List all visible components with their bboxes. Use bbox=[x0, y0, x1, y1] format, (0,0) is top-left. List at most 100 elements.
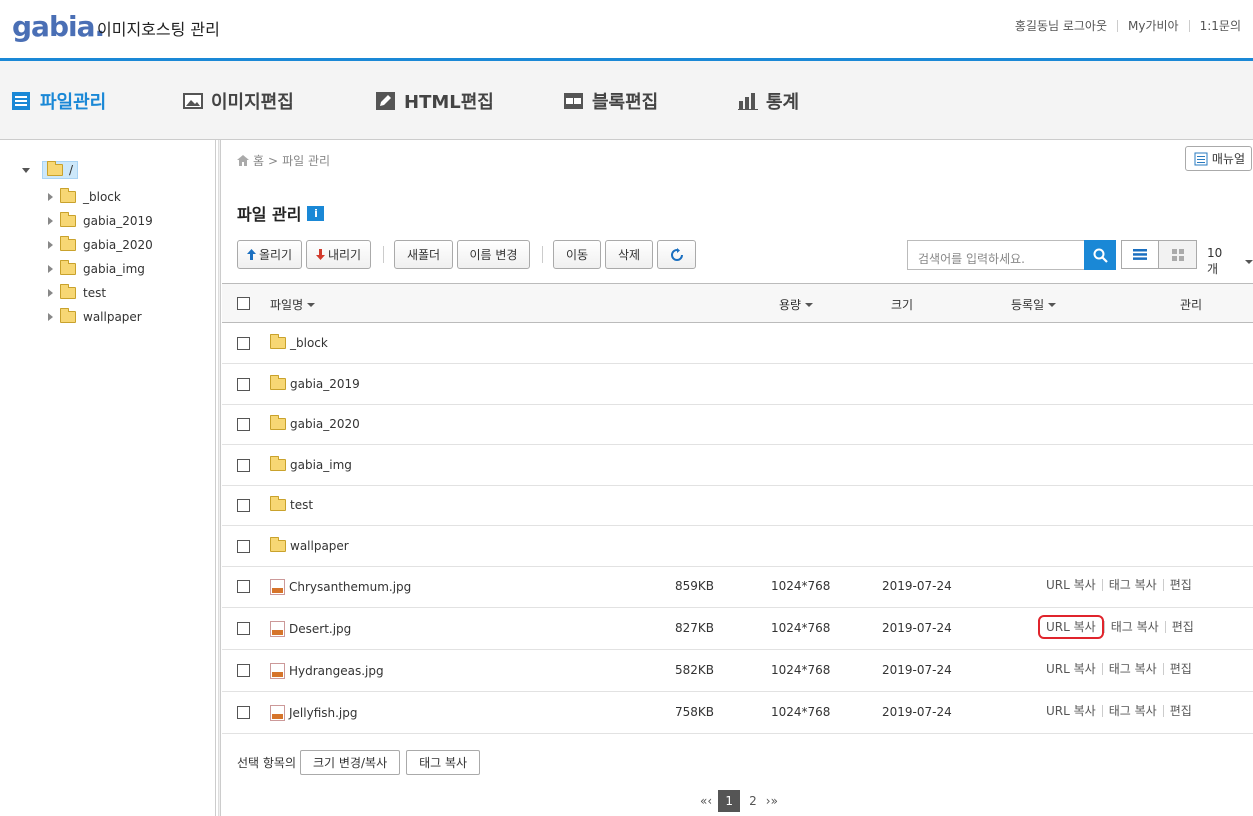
url-copy-link[interactable]: URL 복사 bbox=[1046, 579, 1102, 591]
table-row[interactable]: Chrysanthemum.jpg 859KB 1024*768 2019-07… bbox=[222, 566, 1253, 608]
next-page-icon[interactable]: ›» bbox=[766, 794, 778, 808]
col-name[interactable]: 파일명 bbox=[270, 296, 316, 313]
upload-button[interactable]: 올리기 bbox=[237, 240, 302, 269]
row-checkbox[interactable] bbox=[237, 540, 250, 553]
tag-copy-link[interactable]: 태그 복사 bbox=[1101, 705, 1163, 717]
tab-file-manage[interactable]: 파일관리 bbox=[12, 88, 106, 114]
sidebar-resize-handle[interactable] bbox=[218, 140, 221, 816]
refresh-icon bbox=[670, 247, 683, 261]
table-row[interactable]: gabia_2019 bbox=[222, 364, 1253, 405]
row-checkbox[interactable] bbox=[237, 459, 250, 472]
download-button[interactable]: 내리기 bbox=[306, 240, 371, 269]
info-icon[interactable]: i bbox=[307, 205, 325, 221]
inquiry-link[interactable]: 1:1문의 bbox=[1188, 20, 1251, 32]
prev-page-icon[interactable]: «‹ bbox=[700, 794, 712, 808]
row-name[interactable]: gabia_2019 bbox=[290, 377, 360, 391]
folder-icon bbox=[270, 334, 286, 349]
table-row[interactable]: Jellyfish.jpg 758KB 1024*768 2019-07-24 … bbox=[222, 692, 1253, 734]
resize-copy-button[interactable]: 크기 변경/복사 bbox=[300, 750, 401, 775]
col-date[interactable]: 등록일 bbox=[1011, 296, 1057, 313]
row-name[interactable]: _block bbox=[290, 336, 328, 350]
row-name[interactable]: Chrysanthemum.jpg bbox=[289, 580, 411, 594]
home-icon[interactable] bbox=[237, 155, 249, 166]
search-button[interactable] bbox=[1084, 240, 1116, 270]
breadcrumb-home[interactable]: 홈 bbox=[253, 152, 264, 169]
table-header: 파일명 용량 크기 등록일 관리 bbox=[222, 283, 1253, 323]
tag-copy-link[interactable]: 태그 복사 bbox=[1103, 621, 1165, 633]
tree-item-gabia-2020[interactable]: gabia_2020 bbox=[48, 236, 153, 252]
expand-icon[interactable] bbox=[48, 313, 53, 321]
expand-icon[interactable] bbox=[48, 265, 53, 273]
main-nav: 파일관리 이미지편집 HTML편집 블록편집 통계 bbox=[0, 58, 1253, 140]
page-1[interactable]: 1 bbox=[718, 790, 741, 812]
expand-icon[interactable] bbox=[48, 241, 53, 249]
row-checkbox[interactable] bbox=[237, 499, 250, 512]
table-row[interactable]: _block bbox=[222, 323, 1253, 364]
row-checkbox[interactable] bbox=[237, 622, 250, 635]
expand-icon[interactable] bbox=[48, 193, 53, 201]
expand-icon[interactable] bbox=[48, 289, 53, 297]
table-row[interactable]: wallpaper bbox=[222, 526, 1253, 567]
row-checkbox[interactable] bbox=[237, 580, 250, 593]
table-row[interactable]: Desert.jpg 827KB 1024*768 2019-07-24 URL… bbox=[222, 608, 1253, 650]
table-row[interactable]: gabia_img bbox=[222, 445, 1253, 486]
url-copy-link[interactable]: URL 복사 bbox=[1038, 615, 1104, 639]
tab-label: 파일관리 bbox=[40, 92, 107, 113]
tree-item-gabia-img[interactable]: gabia_img bbox=[48, 260, 145, 276]
mygabia-link[interactable]: My가비아 bbox=[1117, 20, 1189, 32]
tree-root-selected[interactable]: / bbox=[42, 161, 79, 179]
table-row[interactable]: test bbox=[222, 485, 1253, 526]
tree-item-label: wallpaper bbox=[83, 310, 142, 324]
refresh-button[interactable] bbox=[657, 240, 696, 269]
bulk-tag-copy-button[interactable]: 태그 복사 bbox=[406, 750, 481, 775]
tree-root[interactable]: / bbox=[22, 161, 79, 179]
gabia-logo[interactable]: gabia. bbox=[12, 10, 105, 43]
tree-item-wallpaper[interactable]: wallpaper bbox=[48, 308, 142, 324]
manual-button[interactable]: 매뉴얼 bbox=[1184, 146, 1252, 171]
collapse-icon[interactable] bbox=[22, 167, 30, 173]
row-checkbox[interactable] bbox=[237, 378, 250, 391]
table-row[interactable]: Hydrangeas.jpg 582KB 1024*768 2019-07-24… bbox=[222, 650, 1253, 692]
new-folder-button[interactable]: 새폴더 bbox=[394, 240, 453, 269]
folder-icon bbox=[60, 212, 76, 227]
search-input[interactable]: 검색어를 입력하세요. bbox=[907, 240, 1085, 270]
table-row[interactable]: gabia_2020 bbox=[222, 404, 1253, 445]
row-name[interactable]: Desert.jpg bbox=[289, 622, 351, 636]
tab-stats[interactable]: 통계 bbox=[738, 88, 799, 114]
tab-html-edit[interactable]: HTML편집 bbox=[376, 88, 494, 114]
row-checkbox[interactable] bbox=[237, 664, 250, 677]
row-name[interactable]: gabia_2020 bbox=[290, 417, 360, 431]
edit-link[interactable]: 편집 bbox=[1164, 621, 1200, 633]
edit-link[interactable]: 편집 bbox=[1162, 663, 1198, 675]
expand-icon[interactable] bbox=[48, 217, 53, 225]
tag-copy-link[interactable]: 태그 복사 bbox=[1101, 579, 1163, 591]
tree-item-block[interactable]: _block bbox=[48, 188, 121, 204]
per-page-select[interactable]: 10개 bbox=[1207, 246, 1253, 277]
delete-button[interactable]: 삭제 bbox=[605, 240, 653, 269]
row-name[interactable]: test bbox=[290, 498, 313, 512]
row-checkbox[interactable] bbox=[237, 337, 250, 350]
url-copy-link[interactable]: URL 복사 bbox=[1046, 705, 1102, 717]
row-name[interactable]: Jellyfish.jpg bbox=[289, 706, 358, 720]
col-capacity[interactable]: 용량 bbox=[779, 296, 814, 313]
tree-item-test[interactable]: test bbox=[48, 284, 106, 300]
tab-block-edit[interactable]: 블록편집 bbox=[564, 88, 658, 114]
row-checkbox[interactable] bbox=[237, 418, 250, 431]
row-checkbox[interactable] bbox=[237, 706, 250, 719]
logout-link[interactable]: 홍길동님 로그아웃 bbox=[1005, 20, 1117, 32]
row-name[interactable]: wallpaper bbox=[290, 539, 349, 553]
tree-item-gabia-2019[interactable]: gabia_2019 bbox=[48, 212, 153, 228]
grid-view-button[interactable] bbox=[1159, 240, 1197, 269]
move-button[interactable]: 이동 bbox=[553, 240, 601, 269]
tag-copy-link[interactable]: 태그 복사 bbox=[1101, 663, 1163, 675]
select-all-checkbox[interactable] bbox=[237, 297, 250, 310]
url-copy-link[interactable]: URL 복사 bbox=[1046, 663, 1102, 675]
page-2[interactable]: 2 bbox=[746, 794, 760, 808]
edit-link[interactable]: 편집 bbox=[1162, 579, 1198, 591]
list-view-button[interactable] bbox=[1121, 240, 1159, 269]
tab-image-edit[interactable]: 이미지편집 bbox=[183, 88, 294, 114]
edit-link[interactable]: 편집 bbox=[1162, 705, 1198, 717]
row-name[interactable]: gabia_img bbox=[290, 458, 352, 472]
row-name[interactable]: Hydrangeas.jpg bbox=[289, 664, 384, 678]
rename-button[interactable]: 이름 변경 bbox=[457, 240, 530, 269]
